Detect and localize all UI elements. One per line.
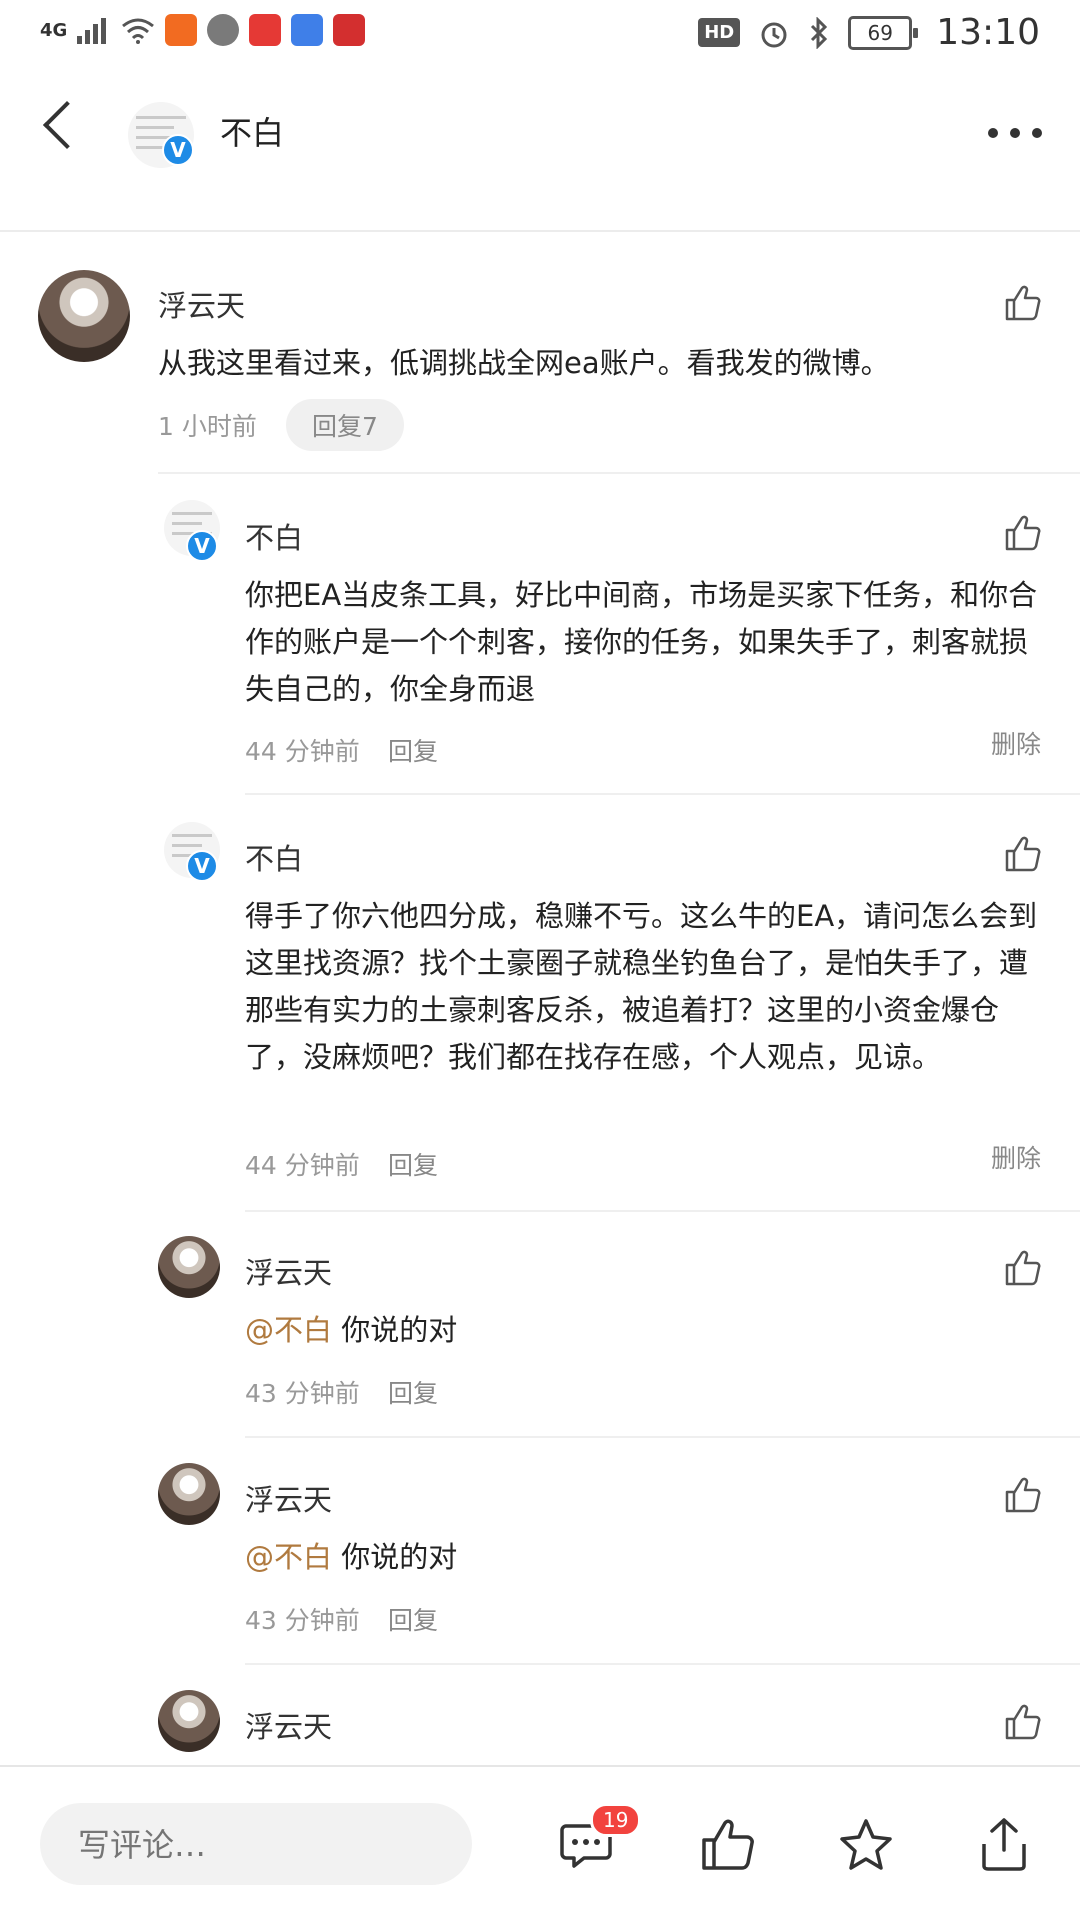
delete-button[interactable]: 删除 <box>991 1139 1041 1175</box>
divider <box>158 472 1080 474</box>
reply-author[interactable]: 不白 <box>245 836 303 878</box>
thumbs-up-icon[interactable] <box>1003 1475 1043 1515</box>
hd-badge: HD <box>698 18 741 47</box>
thumbs-up-icon[interactable] <box>1003 1702 1043 1742</box>
reply-button[interactable]: 回复 <box>388 1374 438 1410</box>
thumbs-up-icon[interactable] <box>1003 513 1043 553</box>
bluetooth-icon <box>811 16 828 49</box>
reply-button[interactable]: 回复 <box>388 732 438 768</box>
reply-text-line: @不白 你说的对 <box>245 1307 457 1354</box>
app-icon-orange <box>165 14 198 46</box>
thumbs-up-icon[interactable] <box>700 1818 756 1872</box>
divider <box>245 1210 1080 1212</box>
header-title: 不白 <box>220 114 285 152</box>
avatar[interactable] <box>38 270 130 362</box>
thumbs-up-icon[interactable] <box>1003 834 1043 874</box>
star-icon[interactable] <box>838 1818 894 1872</box>
divider <box>245 793 1080 795</box>
reply-button[interactable]: 回复 <box>388 1601 438 1637</box>
status-bar: 4G HD 69 13:10 <box>0 0 1080 75</box>
comment-text: 从我这里看过来，低调挑战全网ea账户。看我发的微博。 <box>158 346 890 380</box>
comment-time: 1 小时前 <box>158 412 257 441</box>
news-icon <box>333 14 366 46</box>
reply-author[interactable]: 浮云天 <box>245 1704 332 1746</box>
reply-author[interactable]: 浮云天 <box>245 1250 332 1292</box>
reply-author[interactable]: 不白 <box>245 515 303 557</box>
wifi-icon <box>122 18 155 44</box>
reply-text-line: @不白 你说的对 <box>245 1534 457 1581</box>
reply-time: 43 分钟前 <box>245 1379 360 1408</box>
share-icon[interactable] <box>978 1816 1030 1872</box>
alarm-icon <box>761 22 787 47</box>
thumbs-up-icon[interactable] <box>1003 1248 1043 1288</box>
divider <box>245 1663 1080 1665</box>
status-right: HD 69 13:10 <box>698 12 1040 53</box>
verified-badge: V <box>186 530 218 562</box>
avatar[interactable] <box>158 1463 220 1525</box>
avatar[interactable] <box>158 1236 220 1298</box>
comment-count-badge: 19 <box>590 1803 642 1837</box>
verified-badge: V <box>186 850 218 882</box>
reply-time: 43 分钟前 <box>245 1606 360 1635</box>
status-left-icons: 4G <box>40 14 366 46</box>
verified-badge: V <box>162 134 194 166</box>
reply-time: 44 分钟前 <box>245 737 360 766</box>
network-label: 4G <box>40 19 68 41</box>
reply-text: 你说的对 <box>341 1540 458 1574</box>
reply-button[interactable]: 回复 <box>388 1146 438 1182</box>
comment-author[interactable]: 浮云天 <box>158 283 245 325</box>
delete-button[interactable]: 删除 <box>991 725 1041 761</box>
comment-input-field[interactable] <box>40 1803 470 1887</box>
reply-time: 44 分钟前 <box>245 1151 360 1180</box>
signal-icon <box>77 18 107 44</box>
battery-indicator: 69 <box>848 15 919 50</box>
reply-author[interactable]: 浮云天 <box>245 1477 332 1519</box>
comment-input[interactable] <box>40 1803 472 1887</box>
reply-text: 你把EA当皮条工具，好比中间商，市场是买家下任务，和你合作的账户是一个个刺客，接… <box>245 578 1038 706</box>
clock-time: 13:10 <box>936 12 1040 53</box>
reply-text: 得手了你六他四分成，稳赚不亏。这么牛的EA，请问怎么会到这里找资源？找个土豪圈子… <box>245 899 1038 1074</box>
toutiao-icon <box>249 14 282 46</box>
browser-icon <box>291 14 324 46</box>
mention-link[interactable]: @不白 <box>245 1313 332 1347</box>
reply-text: 你说的对 <box>341 1313 458 1347</box>
wechat-icon <box>207 14 240 46</box>
reply-count-button[interactable]: 回复7 <box>286 399 404 451</box>
divider <box>245 1436 1080 1438</box>
avatar[interactable] <box>158 1690 220 1752</box>
thumbs-up-icon[interactable] <box>1003 283 1043 323</box>
more-icon[interactable] <box>988 128 1042 138</box>
mention-link[interactable]: @不白 <box>245 1540 332 1574</box>
